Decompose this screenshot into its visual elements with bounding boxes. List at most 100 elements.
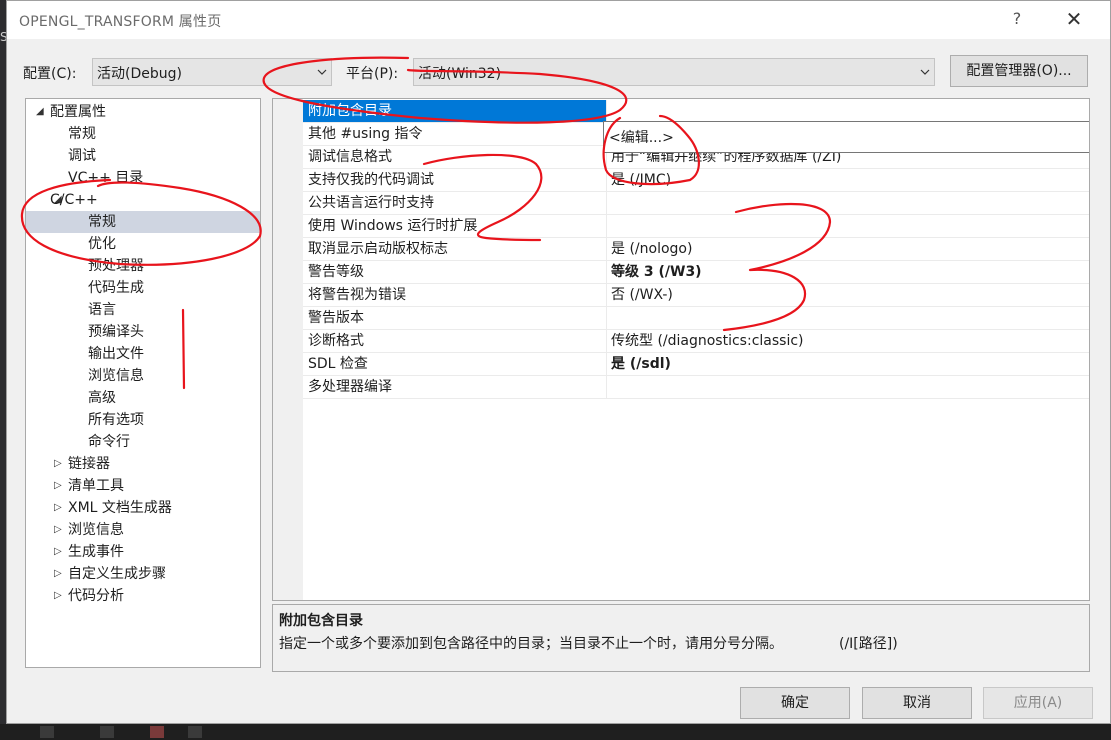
property-name: 附加包含目录 (303, 100, 607, 122)
platform-label: 平台(P): (346, 66, 399, 82)
close-button[interactable]: ✕ (1059, 5, 1089, 33)
tree-item-label: 输出文件 (88, 346, 144, 362)
tree-item[interactable]: 代码生成 (26, 277, 260, 299)
ide-icon (188, 726, 202, 738)
property-value[interactable] (608, 376, 1088, 398)
platform-combo[interactable]: 活动(Win32) (413, 58, 935, 86)
property-name: 将警告视为错误 (303, 284, 607, 306)
property-row[interactable]: 将警告视为错误否 (/WX-) (303, 284, 1089, 307)
tree-item-label: 优化 (88, 236, 116, 252)
cancel-button[interactable]: 取消 (862, 687, 972, 719)
chevron-down-icon (920, 69, 930, 75)
tree-item[interactable]: 常规 (26, 211, 260, 233)
tree-item[interactable]: 语言 (26, 299, 260, 321)
property-name: 支持仅我的代码调试 (303, 169, 607, 191)
tree-item-label: 清单工具 (68, 478, 124, 494)
tree-item-label: 配置属性 (50, 104, 106, 120)
property-row[interactable]: 警告版本 (303, 307, 1089, 330)
property-row[interactable]: 附加包含目录 (303, 100, 1089, 123)
property-value[interactable]: 传统型 (/diagnostics:classic) (608, 330, 1088, 352)
window-title: OPENGL_TRANSFORM 属性页 (19, 14, 222, 30)
tree-item[interactable]: 所有选项 (26, 409, 260, 431)
ok-button[interactable]: 确定 (740, 687, 850, 719)
property-value[interactable]: 是 (/nologo) (608, 238, 1088, 260)
tree-item-label: 代码分析 (68, 588, 124, 604)
property-tree[interactable]: ◢ 配置属性 常规 调试 VC++ 目录 ◢ C/C++ 常规 优化 预处理器 代码生成 语言 预编译头… (25, 98, 261, 668)
ide-icon (100, 726, 114, 738)
property-value[interactable] (608, 192, 1088, 214)
tree-item-label: 预处理器 (88, 258, 144, 274)
property-row[interactable]: 使用 Windows 运行时扩展 (303, 215, 1089, 238)
tree-item[interactable]: 优化 (26, 233, 260, 255)
property-name: 其他 #using 指令 (303, 123, 607, 145)
chevron-down-icon (317, 69, 327, 75)
tree-item-label: 浏览信息 (68, 522, 124, 538)
tree-item-label: 常规 (68, 126, 96, 142)
tree-item[interactable]: 输出文件 (26, 343, 260, 365)
description-flag: (/I[路径]) (839, 636, 898, 652)
collapsed-arrow-icon[interactable]: ▷ (54, 585, 66, 607)
tree-item[interactable]: ◢ 配置属性 (26, 101, 260, 123)
edit-menu-item[interactable]: <编辑...> (609, 127, 674, 147)
property-row[interactable]: 诊断格式 传统型 (/diagnostics:classic) (303, 330, 1089, 353)
tree-item[interactable]: ▷ XML 文档生成器 (26, 497, 260, 519)
collapsed-arrow-icon[interactable]: ▷ (54, 541, 66, 563)
collapsed-arrow-icon[interactable]: ▷ (54, 453, 66, 475)
property-pages-dialog: OPENGL_TRANSFORM 属性页 ? ✕ 配置(C): 活动(Debug… (6, 0, 1111, 724)
title-bar: OPENGL_TRANSFORM 属性页 ? ✕ (7, 1, 1110, 39)
tree-item[interactable]: ▷ 自定义生成步骤 (26, 563, 260, 585)
property-name: 使用 Windows 运行时扩展 (303, 215, 607, 237)
tree-item-label: VC++ 目录 (68, 170, 144, 186)
help-button[interactable]: ? (1005, 7, 1029, 31)
property-value[interactable]: 等级 3 (/W3) (608, 261, 1088, 283)
tree-item[interactable]: ◢ C/C++ (26, 189, 260, 211)
tree-item[interactable]: ▷ 清单工具 (26, 475, 260, 497)
tree-item-label: C/C++ (50, 192, 98, 208)
tree-item-label: 常规 (88, 214, 116, 230)
tree-item[interactable]: 浏览信息 (26, 365, 260, 387)
config-combo[interactable]: 活动(Debug) (92, 58, 332, 86)
collapsed-arrow-icon[interactable]: ▷ (54, 475, 66, 497)
tree-item[interactable]: ▷ 代码分析 (26, 585, 260, 607)
tree-item-label: 浏览信息 (88, 368, 144, 384)
property-name: SDL 检查 (303, 353, 607, 375)
tree-item[interactable]: 调试 (26, 145, 260, 167)
tree-item-label: 链接器 (68, 456, 110, 472)
grid-gutter (273, 99, 303, 600)
tree-item[interactable]: ▷ 浏览信息 (26, 519, 260, 541)
property-row[interactable]: 警告等级 等级 3 (/W3) (303, 261, 1089, 284)
tree-item[interactable]: 常规 (26, 123, 260, 145)
config-manager-button[interactable]: 配置管理器(O)... (950, 55, 1088, 87)
property-value[interactable]: 是 (/JMC) (608, 169, 1088, 191)
tree-item[interactable]: 预编译头 (26, 321, 260, 343)
property-value[interactable] (608, 307, 1088, 329)
tree-item[interactable]: 高级 (26, 387, 260, 409)
description-text: 指定一个或多个要添加到包含路径中的目录；当目录不止一个时，请用分号分隔。 (279, 636, 783, 652)
description-panel: 附加包含目录 指定一个或多个要添加到包含路径中的目录；当目录不止一个时，请用分号… (272, 604, 1090, 672)
property-row[interactable]: SDL 检查是 (/sdl) (303, 353, 1089, 376)
tree-item-label: 所有选项 (88, 412, 144, 428)
property-value[interactable] (608, 100, 1088, 122)
config-value: 活动(Debug) (97, 66, 182, 82)
tree-item[interactable]: ▷ 链接器 (26, 453, 260, 475)
property-row[interactable]: 支持仅我的代码调试是 (/JMC) (303, 169, 1089, 192)
collapsed-arrow-icon[interactable]: ▷ (54, 519, 66, 541)
property-value[interactable]: 否 (/WX-) (608, 284, 1088, 306)
tree-item[interactable]: VC++ 目录 (26, 167, 260, 189)
collapsed-arrow-icon[interactable]: ▷ (54, 563, 66, 585)
tree-item[interactable]: ▷ 生成事件 (26, 541, 260, 563)
collapsed-arrow-icon[interactable]: ▷ (54, 497, 66, 519)
property-row[interactable]: 多处理器编译 (303, 376, 1089, 399)
tree-item-label: 生成事件 (68, 544, 124, 560)
property-row[interactable]: 取消显示启动版权标志是 (/nologo) (303, 238, 1089, 261)
property-row[interactable]: 公共语言运行时支持 (303, 192, 1089, 215)
property-grid[interactable]: 附加包含目录 其他 #using 指令 调试信息格式 用于“编辑并继续”的程序数据库 … (272, 98, 1090, 601)
property-value[interactable]: 是 (/sdl) (608, 353, 1088, 375)
property-name: 多处理器编译 (303, 376, 607, 398)
property-value[interactable] (608, 215, 1088, 237)
expanded-arrow-icon[interactable]: ◢ (36, 101, 48, 123)
tree-item-label: XML 文档生成器 (68, 500, 172, 516)
tree-item[interactable]: 预处理器 (26, 255, 260, 277)
tree-item[interactable]: 命令行 (26, 431, 260, 453)
apply-button[interactable]: 应用(A) (983, 687, 1093, 719)
